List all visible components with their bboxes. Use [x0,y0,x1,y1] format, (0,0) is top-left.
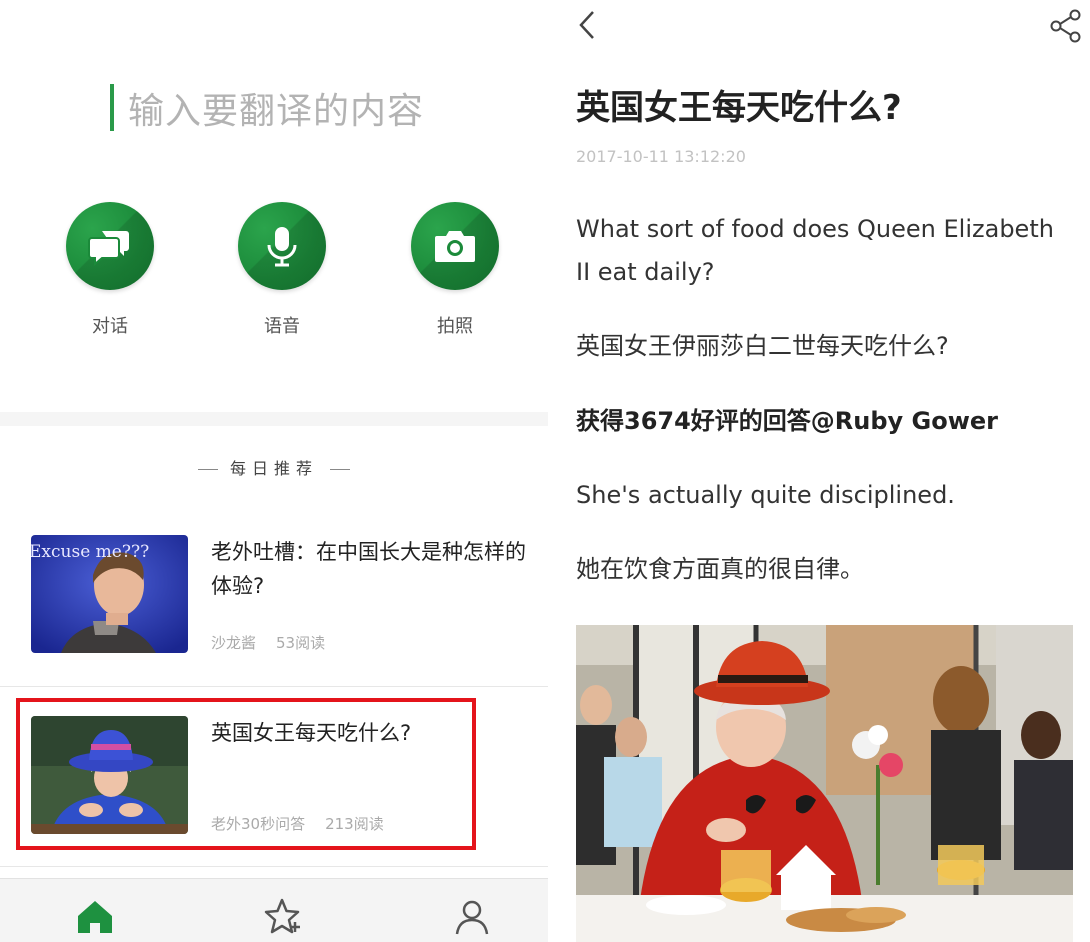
header-dash-right [330,469,350,470]
list-separator [0,866,548,867]
daily-recommendation-header: 每日推荐 [0,455,548,479]
bottom-tab-bar [0,878,548,942]
chat-bubbles-icon [88,231,129,267]
list-separator [0,686,548,687]
tab-favorites[interactable] [262,897,302,937]
daily-recommendation-title: 每日推荐 [229,459,318,478]
translate-input-placeholder[interactable]: 输入要翻译的内容 [128,82,424,134]
article-paragraph: 她在饮食方面真的很自律。 [576,555,864,583]
header-dash-left [197,469,218,470]
article-detail-screen: 英国女王每天吃什么? 2017-10-11 13:12:20 What sort… [548,0,1090,942]
article-paragraph: 英国女王伊丽莎白二世每天吃什么? [576,332,949,360]
conversation-mode-button[interactable]: 对话 [50,202,170,338]
article-photo [576,625,1073,942]
microphone-icon [267,227,297,267]
text-cursor [110,84,114,131]
camera-mode-button[interactable]: 拍照 [395,202,515,338]
article-publish-date: 2017-10-11 13:12:20 [576,147,746,166]
translate-input-area[interactable]: 输入要翻译的内容 [0,0,548,150]
article-title[interactable]: 老外吐槽：在中国长大是种怎样的体验? [211,535,531,603]
article-author: 沙龙酱 [211,634,257,652]
answer-attribution: 获得3674好评的回答@Ruby Gower [576,407,999,435]
camera-button-circle[interactable] [411,202,499,290]
tab-profile[interactable] [452,897,492,937]
voice-button-circle[interactable] [238,202,326,290]
camera-icon [435,231,475,262]
article-detail-title: 英国女王每天吃什么? [576,88,902,128]
profile-icon [455,900,489,935]
share-icon [1050,9,1081,43]
article-item[interactable]: Excuse me??? 老外吐槽：在中国长大是种怎样的体验? 沙龙酱 53阅读 [0,535,548,675]
article-read-count: 53阅读 [276,634,326,652]
article-thumbnail[interactable]: Excuse me??? [31,535,188,653]
section-divider [0,412,548,426]
conversation-mode-label: 对话 [92,316,128,337]
article-paragraph: She's actually quite disciplined. [576,481,955,509]
home-icon [78,901,112,933]
star-plus-icon [264,898,300,934]
tab-home[interactable] [75,897,115,937]
voice-mode-button[interactable]: 语音 [222,202,342,338]
thumbnail-caption: Excuse me??? [31,542,150,562]
camera-mode-label: 拍照 [437,316,473,337]
article-paragraph: What sort of food does Queen Elizabeth I… [576,215,1054,286]
chevron-left-icon [579,11,594,39]
share-button[interactable] [1048,8,1084,48]
voice-mode-label: 语音 [264,316,300,337]
selected-article-highlight [16,698,476,850]
translator-home-screen: 输入要翻译的内容 对话 语音 拍照 每日推荐 Excuse me??? 老外吐槽… [0,0,548,942]
article-meta: 沙龙酱 53阅读 [211,632,325,653]
conversation-button-circle[interactable] [66,202,154,290]
back-button[interactable] [576,8,598,46]
